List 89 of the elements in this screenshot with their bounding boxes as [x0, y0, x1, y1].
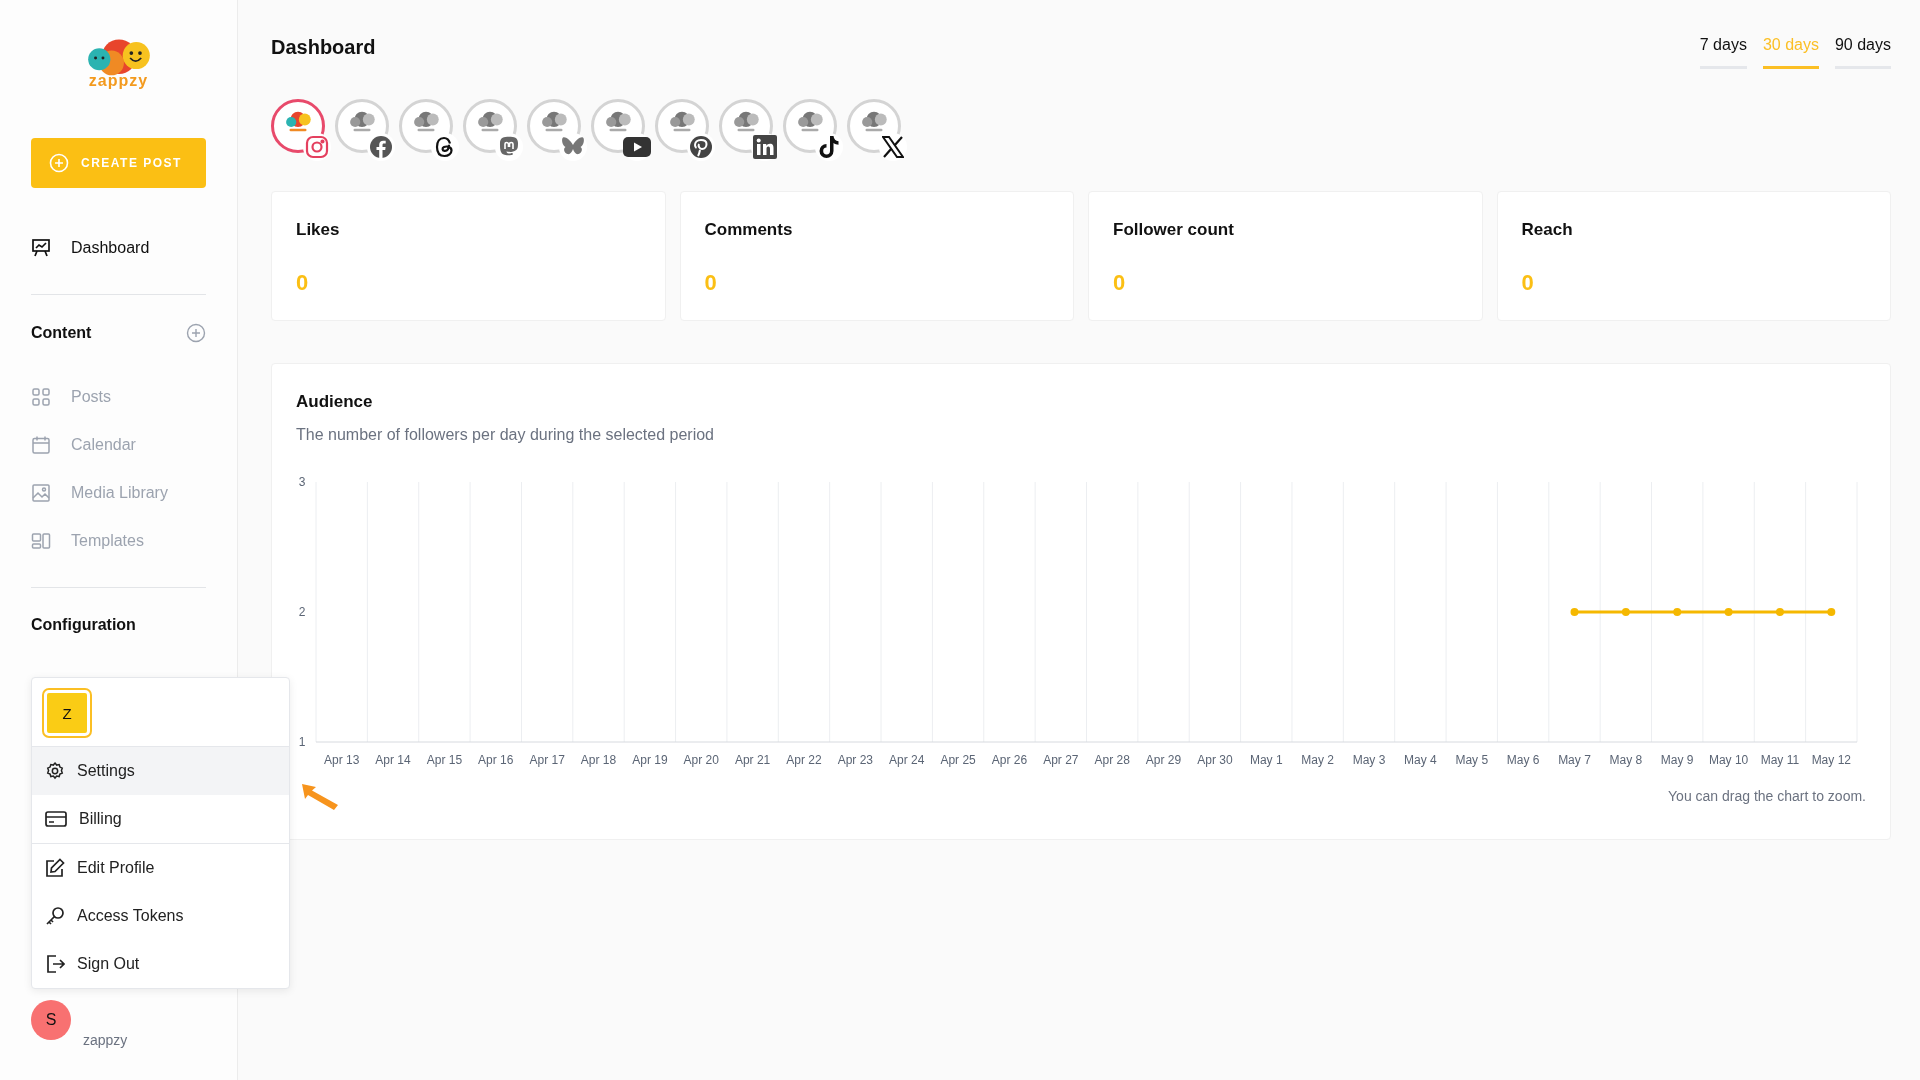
account-avatar[interactable]: [591, 99, 651, 161]
x-tick-label: May 8: [1609, 753, 1643, 767]
menu-item[interactable]: Settings: [32, 747, 289, 795]
user-name: zappzy: [83, 1032, 128, 1048]
account-avatar[interactable]: [655, 99, 715, 161]
grid-icon: [31, 387, 51, 407]
y-tick-label: 1: [298, 735, 306, 749]
x-tick-label: May 3: [1352, 753, 1386, 767]
x-tick-label: Apr 21: [734, 753, 771, 767]
account-avatar[interactable]: [847, 99, 907, 161]
stat-label: Comments: [704, 220, 794, 240]
x-tick-label: Apr 23: [837, 753, 874, 767]
stat-label: Reach: [1521, 220, 1574, 240]
x-tick-label: Apr 15: [426, 753, 463, 767]
x-tick-label: Apr 30: [1197, 753, 1233, 767]
period-tab[interactable]: 90 days: [1834, 36, 1891, 69]
stat-label: Likes: [296, 220, 341, 240]
y-tick-label: 3: [298, 475, 306, 489]
user-avatar[interactable]: S: [31, 1000, 71, 1040]
image-icon: [31, 483, 51, 503]
stat-value: 0: [296, 270, 310, 296]
arrow-icon: [300, 781, 340, 811]
x-tick-label: Apr 20: [683, 753, 719, 767]
stat-value: 0: [1521, 270, 1535, 296]
instagram-icon: [305, 135, 329, 159]
x-tick-label: Apr 24: [889, 753, 925, 767]
data-point: [1724, 608, 1733, 616]
youtube-icon: [623, 137, 651, 157]
logo-text: zappzy: [88, 72, 149, 90]
facebook-icon: [369, 135, 393, 159]
x-tick-label: Apr 19: [632, 753, 668, 767]
x-tick-label: Apr 28: [1094, 753, 1130, 767]
x-tick-label: Apr 14: [375, 753, 411, 767]
period-tab[interactable]: 7 days: [1699, 36, 1747, 69]
credit-card-icon: [45, 810, 67, 828]
x-tick-label: Apr 13: [324, 753, 360, 767]
x-tick-label: May 12: [1811, 753, 1851, 767]
x-tick-label: May 4: [1404, 753, 1437, 767]
dashboard-nav-item[interactable]: Dashboard: [31, 224, 206, 272]
x-tick-label: Apr 22: [786, 753, 822, 767]
data-point: [1827, 608, 1836, 616]
data-point: [1673, 608, 1682, 616]
x-tick-label: Apr 16: [478, 753, 514, 767]
menu-item[interactable]: Billing: [32, 795, 289, 843]
zoom-hint: You can drag the chart to zoom.: [1668, 788, 1866, 804]
card-subtitle: The number of followers per day during the selected period: [296, 426, 715, 444]
linkedin-icon: [753, 135, 777, 159]
x-tick-label: May 2: [1301, 753, 1334, 767]
x-tick-label: May 9: [1660, 753, 1694, 767]
page-title: Dashboard: [271, 36, 376, 59]
x-tick-label: May 11: [1760, 753, 1800, 767]
data-point: [1570, 608, 1579, 616]
edit-icon: [45, 858, 65, 878]
stat-label: Follower count: [1113, 220, 1235, 240]
x-tick-label: Apr 27: [1043, 753, 1079, 767]
account-avatar[interactable]: [399, 99, 459, 161]
chart-board-icon: [31, 238, 51, 258]
account-avatar[interactable]: [719, 99, 779, 161]
menu-item[interactable]: Sign Out: [32, 940, 289, 988]
account-avatar[interactable]: [335, 99, 395, 161]
x-tick-label: Apr 29: [1145, 753, 1182, 767]
plus-circle-icon: [49, 153, 69, 173]
templates-icon: [31, 531, 51, 551]
stat-value: 0: [1113, 270, 1127, 296]
sign-out-icon: [45, 954, 65, 974]
calendar-icon: [31, 435, 51, 455]
x-tick-label: May 10: [1708, 753, 1749, 767]
account-avatar: Z: [44, 690, 90, 736]
x-tick-label: May 7: [1558, 753, 1591, 767]
menu-item[interactable]: Access Tokens: [32, 892, 289, 940]
account-avatar[interactable]: [783, 99, 843, 161]
y-tick-label: 2: [298, 605, 306, 619]
x-tick-label: May 6: [1506, 753, 1540, 767]
data-point: [1621, 608, 1630, 616]
x-tick-label: Apr 26: [991, 753, 1028, 767]
x-tick-label: May 1: [1249, 753, 1283, 767]
x-tick-label: Apr 18: [580, 753, 617, 767]
key-icon: [45, 906, 65, 926]
menu-item[interactable]: Edit Profile: [32, 843, 289, 892]
card-title: Audience: [296, 392, 374, 412]
settings-icon: [45, 761, 65, 781]
data-point: [1775, 608, 1784, 616]
stat-value: 0: [704, 270, 718, 296]
section-title: Configuration: [31, 616, 136, 634]
section-title: Content: [31, 324, 92, 342]
x-tick-label: Apr 25: [940, 753, 976, 767]
pinterest-icon: [689, 135, 713, 159]
x-tick-label: May 5: [1455, 753, 1489, 767]
x-tick-label: Apr 17: [529, 753, 565, 767]
